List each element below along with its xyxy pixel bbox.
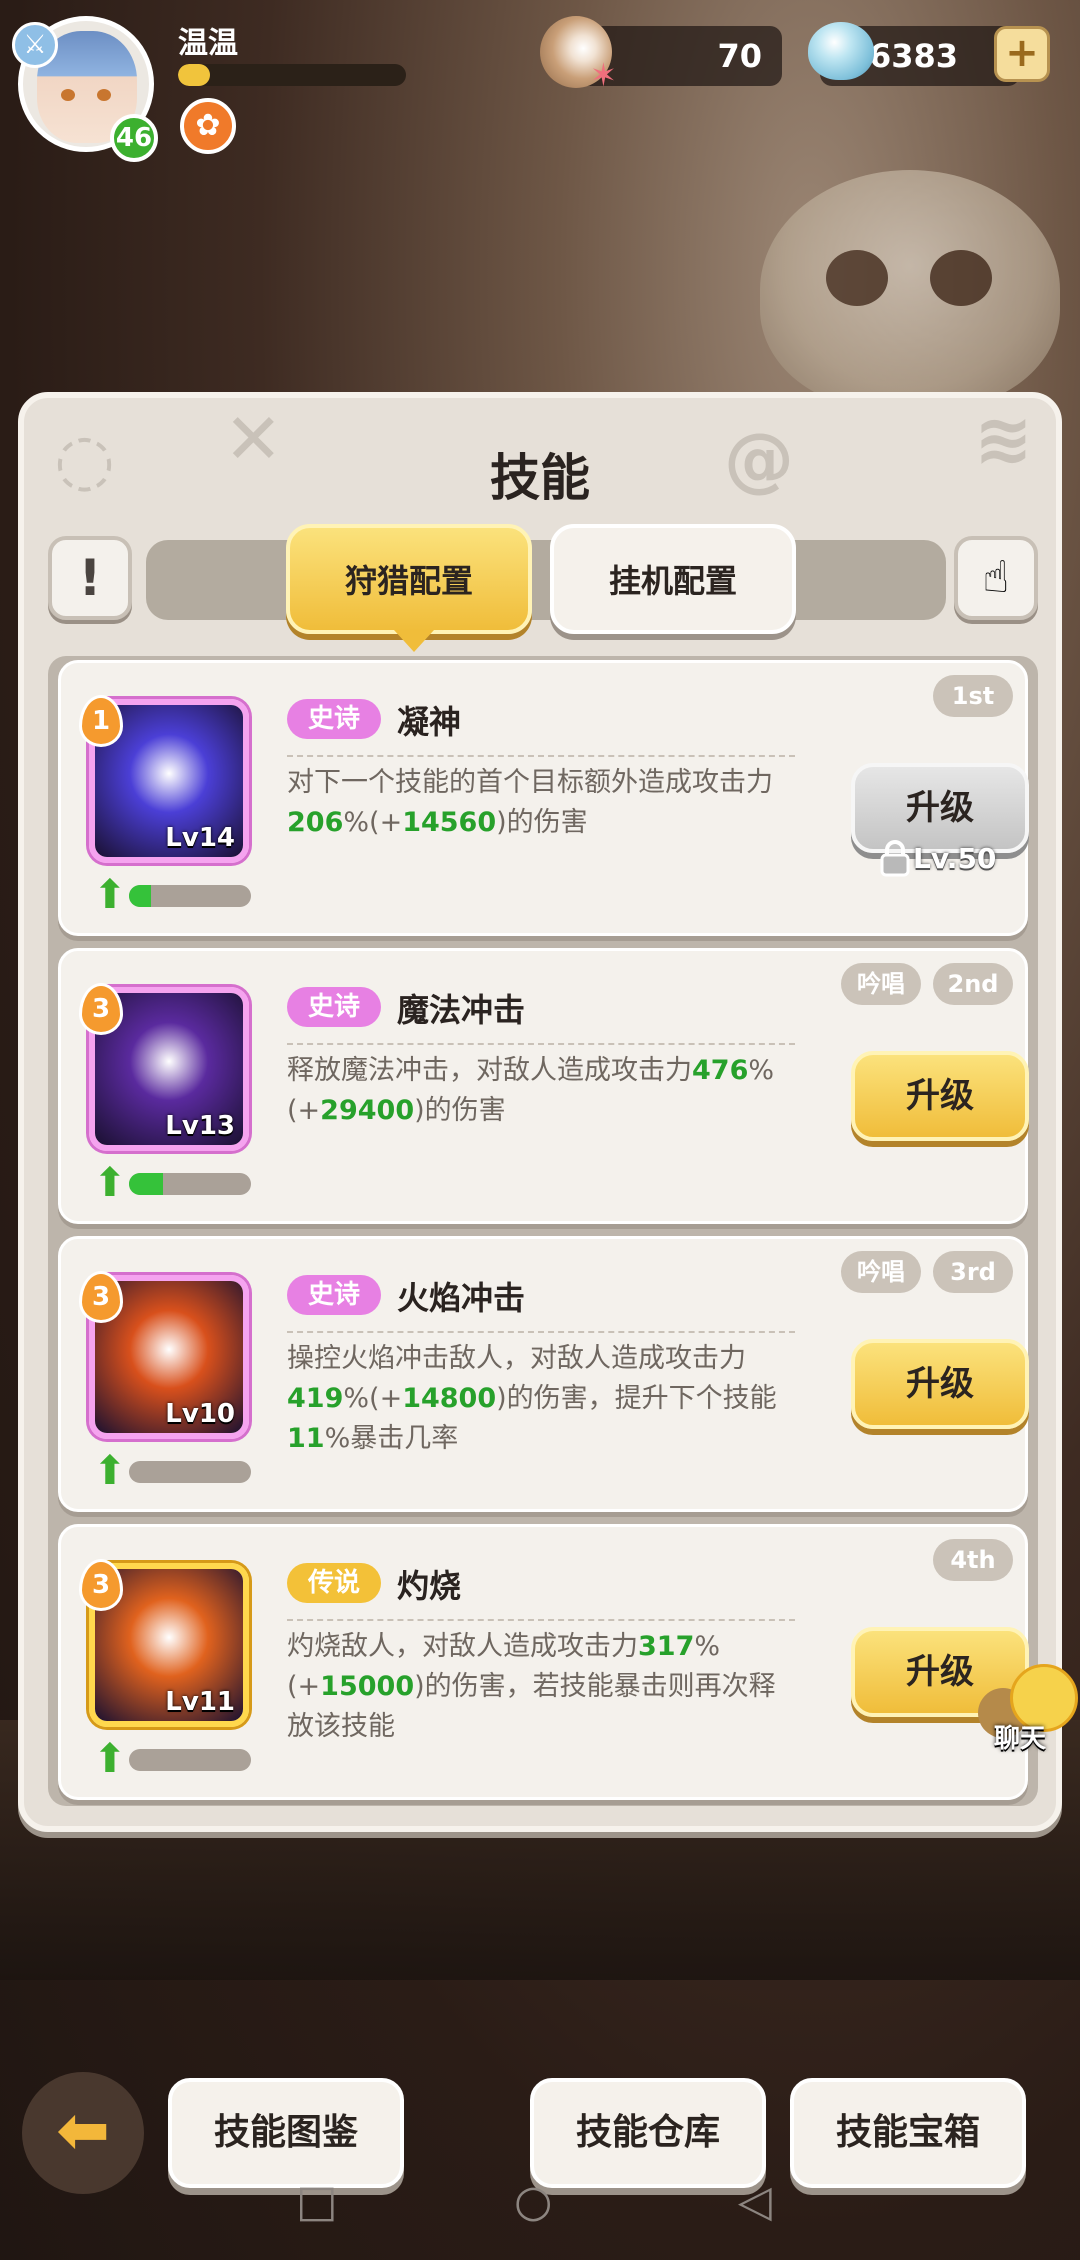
skill-tag: 吟唱	[841, 963, 921, 1005]
desc-value: 11	[287, 1423, 325, 1454]
skill-tag: 3rd	[933, 1251, 1013, 1293]
sword-icon: ⚔	[12, 22, 58, 68]
rarity-badge: 传说	[287, 1563, 381, 1603]
skill-progress-fill	[129, 885, 151, 907]
desc-text: )的伤害，提升下个技能	[496, 1383, 777, 1414]
desc-text: 对下一个技能的首个目标额外造成攻击力	[287, 767, 773, 798]
divider	[287, 755, 795, 757]
skill-card[interactable]: Lv13 3 ⬆ 史诗 魔法冲击 释放魔法冲击，对敌人造成攻击力476%(+29400)的…	[58, 948, 1029, 1224]
upgrade-arrow-icon: ⬆	[93, 872, 127, 918]
skill-icon-level: Lv13	[165, 1111, 235, 1141]
nav-back-icon[interactable]: ◁	[738, 2176, 772, 2227]
desc-text: 释放魔法冲击，对敌人造成攻击力	[287, 1055, 692, 1086]
nav-home-icon[interactable]: ○	[514, 2176, 552, 2227]
desc-text: %(+	[343, 807, 403, 838]
diamond-icon	[808, 22, 874, 80]
skill-tag: 4th	[933, 1539, 1013, 1581]
rarity-badge: 史诗	[287, 1275, 381, 1315]
desc-value: 476	[692, 1055, 749, 1086]
skill-name: 凝神	[397, 703, 462, 741]
skill-progress-bar	[129, 885, 251, 907]
chat-label: 聊天	[994, 1724, 1047, 1754]
starfish-icon: ✶	[590, 56, 617, 94]
upgrade-arrow-icon: ⬆	[93, 1736, 127, 1782]
skill-card[interactable]: Lv10 3 ⬆ 史诗 火焰冲击 操控火焰冲击敌人，对敌人造成攻击力419%(+14800…	[58, 1236, 1029, 1512]
player-name: 温温	[178, 26, 238, 61]
skill-icon-level: Lv14	[165, 823, 235, 853]
skill-name: 灼烧	[397, 1567, 462, 1605]
tab-hunt-config[interactable]: 狩猎配置	[286, 524, 532, 652]
skill-icon-level: Lv11	[165, 1687, 235, 1717]
skill-progress-bar	[129, 1749, 251, 1771]
skull-decoration	[760, 170, 1060, 410]
player-level-badge: 46	[110, 114, 158, 162]
skill-name: 魔法冲击	[397, 991, 526, 1029]
skill-description: 释放魔法冲击，对敌人造成攻击力476%(+29400)的伤害	[287, 1051, 799, 1131]
divider	[287, 1619, 795, 1621]
xp-bar	[178, 64, 406, 86]
desc-value: 29400	[320, 1095, 415, 1126]
chat-button[interactable]: 聊天	[970, 1658, 1080, 1758]
skill-tag: 2nd	[933, 963, 1013, 1005]
desc-value: 14560	[402, 807, 497, 838]
skills-panel: ◌ ✕ @ ≋ 技能 ! 狩猎配置 挂机配置 ☝ Lv14 1 ⬆ 史诗 凝神 对下一个技…	[18, 392, 1062, 1832]
skill-icon-level: Lv10	[165, 1399, 235, 1429]
upgrade-arrow-icon: ⬆	[93, 1160, 127, 1206]
divider	[287, 1043, 795, 1045]
skill-description: 操控火焰冲击敌人，对敌人造成攻击力 419%(+14800)的伤害，提升下个技能 1…	[287, 1339, 799, 1459]
info-button[interactable]: !	[48, 536, 132, 620]
skill-list: Lv14 1 ⬆ 史诗 凝神 对下一个技能的首个目标额外造成攻击力206%(+14560)…	[48, 656, 1038, 1806]
lock-icon	[879, 839, 911, 877]
unlock-level: Lv.50	[913, 842, 997, 875]
desc-text: %(+	[343, 1383, 403, 1414]
upgrade-button[interactable]: 升级	[851, 1339, 1029, 1429]
back-arrow-button[interactable]: ⬅	[22, 2072, 144, 2194]
desc-text: 操控火焰冲击敌人，对敌人造成攻击力	[287, 1343, 746, 1374]
divider	[287, 1331, 795, 1333]
nav-recents-icon[interactable]: □	[296, 2176, 338, 2227]
desc-value: 317	[638, 1631, 695, 1662]
skill-tag: 1st	[933, 675, 1013, 717]
skill-description: 灼烧敌人，对敌人造成攻击力317%(+15000)的伤害，若技能暴击则再次释放该…	[287, 1627, 799, 1747]
desc-text: 灼烧敌人，对敌人造成攻击力	[287, 1631, 638, 1662]
xp-fill	[178, 64, 210, 86]
rarity-badge: 史诗	[287, 699, 381, 739]
skill-description: 对下一个技能的首个目标额外造成攻击力 206%(+14560)的伤害	[287, 763, 799, 843]
skill-tag: 吟唱	[841, 1251, 921, 1293]
desc-value: 206	[287, 807, 344, 838]
skill-name: 火焰冲击	[397, 1279, 526, 1317]
skill-progress-bar	[129, 1461, 251, 1483]
skill-card[interactable]: Lv14 1 ⬆ 史诗 凝神 对下一个技能的首个目标额外造成攻击力206%(+14560)…	[58, 660, 1029, 936]
skill-chest-button[interactable]: 技能宝箱	[790, 2078, 1026, 2188]
skill-progress-fill	[129, 1173, 164, 1195]
desc-text: )的伤害	[414, 1095, 506, 1126]
pearl-count: 70	[717, 37, 762, 75]
skill-storage-button[interactable]: 技能仓库	[530, 2078, 766, 2188]
hunt-mode-icon[interactable]: ✿	[180, 98, 236, 154]
tab-track	[146, 540, 946, 620]
desc-value: 15000	[320, 1671, 415, 1702]
add-diamonds-button[interactable]: +	[994, 26, 1050, 82]
tab-idle-config[interactable]: 挂机配置	[550, 524, 796, 634]
tap-hand-icon[interactable]: ☝	[954, 536, 1038, 620]
upgrade-arrow-icon: ⬆	[93, 1448, 127, 1494]
panel-title: 技能	[490, 449, 590, 507]
desc-value: 419	[287, 1383, 344, 1414]
skill-card[interactable]: Lv11 3 ⬆ 传说 灼烧 灼烧敌人，对敌人造成攻击力317%(+15000)的伤害，若…	[58, 1524, 1029, 1800]
desc-value: 14800	[402, 1383, 497, 1414]
desc-text: %暴击几率	[324, 1423, 459, 1454]
upgrade-button[interactable]: 升级	[851, 1051, 1029, 1141]
skill-compendium-button[interactable]: 技能图鉴	[168, 2078, 404, 2188]
desc-text: )的伤害	[496, 807, 588, 838]
rarity-badge: 史诗	[287, 987, 381, 1027]
skill-progress-bar	[129, 1173, 251, 1195]
